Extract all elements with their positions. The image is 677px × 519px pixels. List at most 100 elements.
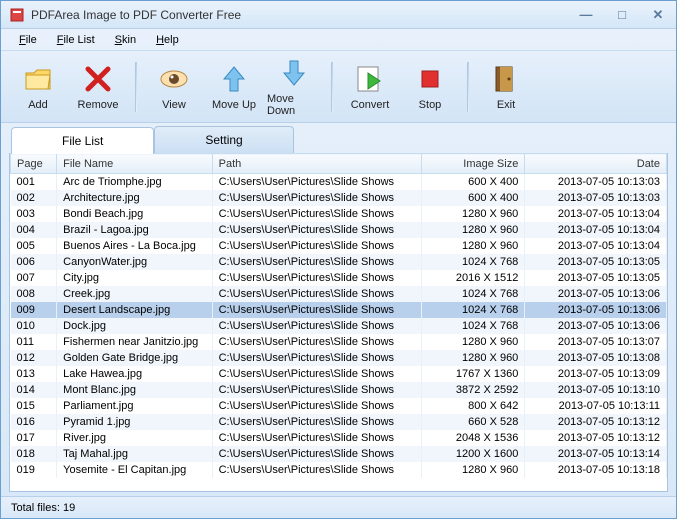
cell: 2013-07-05 10:13:03	[525, 190, 667, 206]
table-row[interactable]: 016Pyramid 1.jpgC:\Users\User\Pictures\S…	[11, 414, 667, 430]
minimize-button[interactable]: —	[576, 7, 596, 23]
cell: 017	[11, 430, 57, 446]
cell: 1280 X 960	[422, 462, 525, 478]
window-title: PDFArea Image to PDF Converter Free	[31, 8, 576, 22]
cell: 1280 X 960	[422, 334, 525, 350]
cell: 660 X 528	[422, 414, 525, 430]
cell: 2013-07-05 10:13:04	[525, 222, 667, 238]
stop-icon	[414, 63, 446, 95]
table-row[interactable]: 009Desert Landscape.jpgC:\Users\User\Pic…	[11, 302, 667, 318]
cell: Architecture.jpg	[57, 190, 212, 206]
cell: 2013-07-05 10:13:11	[525, 398, 667, 414]
move-down-button[interactable]: Move Down	[265, 53, 323, 121]
cell: 002	[11, 190, 57, 206]
table-row[interactable]: 015Parliament.jpgC:\Users\User\Pictures\…	[11, 398, 667, 414]
cell: City.jpg	[57, 270, 212, 286]
cell: CanyonWater.jpg	[57, 254, 212, 270]
table-row[interactable]: 017River.jpgC:\Users\User\Pictures\Slide…	[11, 430, 667, 446]
toolbar-label: Add	[28, 99, 48, 111]
cell: 015	[11, 398, 57, 414]
cell: 001	[11, 174, 57, 190]
column-image-size[interactable]: Image Size	[422, 154, 525, 174]
cell: 003	[11, 206, 57, 222]
table-row[interactable]: 013Lake Hawea.jpgC:\Users\User\Pictures\…	[11, 366, 667, 382]
cell: 1024 X 768	[422, 302, 525, 318]
down-icon	[278, 57, 310, 89]
cell: 1280 X 960	[422, 350, 525, 366]
cell: C:\Users\User\Pictures\Slide Shows	[212, 302, 422, 318]
close-button[interactable]: ✕	[648, 7, 668, 23]
column-path[interactable]: Path	[212, 154, 422, 174]
tab-file-list[interactable]: File List	[11, 127, 154, 154]
table-row[interactable]: 002Architecture.jpgC:\Users\User\Picture…	[11, 190, 667, 206]
add-button[interactable]: Add	[9, 59, 67, 115]
table-row[interactable]: 007City.jpgC:\Users\User\Pictures\Slide …	[11, 270, 667, 286]
file-list-table[interactable]: PageFile NamePathImage SizeDate 001Arc d…	[10, 153, 667, 491]
table-row[interactable]: 010Dock.jpgC:\Users\User\Pictures\Slide …	[11, 318, 667, 334]
up-icon	[218, 63, 250, 95]
menu-help[interactable]: Help	[148, 32, 187, 48]
titlebar: PDFArea Image to PDF Converter Free — □ …	[1, 1, 676, 29]
cell: 2013-07-05 10:13:18	[525, 462, 667, 478]
cell: Pyramid 1.jpg	[57, 414, 212, 430]
cell: 2013-07-05 10:13:10	[525, 382, 667, 398]
table-row[interactable]: 006CanyonWater.jpgC:\Users\User\Pictures…	[11, 254, 667, 270]
move-up-button[interactable]: Move Up	[205, 59, 263, 115]
table-row[interactable]: 008Creek.jpgC:\Users\User\Pictures\Slide…	[11, 286, 667, 302]
cell: 1767 X 1360	[422, 366, 525, 382]
cell: 1280 X 960	[422, 222, 525, 238]
cell: 009	[11, 302, 57, 318]
table-row[interactable]: 014Mont Blanc.jpgC:\Users\User\Pictures\…	[11, 382, 667, 398]
cell: C:\Users\User\Pictures\Slide Shows	[212, 286, 422, 302]
menu-file-list[interactable]: File List	[49, 32, 103, 48]
tab-setting[interactable]: Setting	[154, 126, 293, 153]
table-row[interactable]: 012Golden Gate Bridge.jpgC:\Users\User\P…	[11, 350, 667, 366]
table-row[interactable]: 018Taj Mahal.jpgC:\Users\User\Pictures\S…	[11, 446, 667, 462]
cell: Brazil - Lagoa.jpg	[57, 222, 212, 238]
eye-icon	[158, 63, 190, 95]
toolbar-separator	[331, 62, 333, 112]
cell: C:\Users\User\Pictures\Slide Shows	[212, 414, 422, 430]
cell: 1024 X 768	[422, 254, 525, 270]
convert-button[interactable]: Convert	[341, 59, 399, 115]
menu-file[interactable]: File	[11, 32, 45, 48]
cell: 019	[11, 462, 57, 478]
view-button[interactable]: View	[145, 59, 203, 115]
content-panel: PageFile NamePathImage SizeDate 001Arc d…	[9, 153, 668, 492]
exit-button[interactable]: Exit	[477, 59, 535, 115]
stop-button[interactable]: Stop	[401, 59, 459, 115]
cell: C:\Users\User\Pictures\Slide Shows	[212, 366, 422, 382]
table-row[interactable]: 005Buenos Aires - La Boca.jpgC:\Users\Us…	[11, 238, 667, 254]
column-file-name[interactable]: File Name	[57, 154, 212, 174]
cell: 2013-07-05 10:13:05	[525, 254, 667, 270]
cell: C:\Users\User\Pictures\Slide Shows	[212, 254, 422, 270]
table-row[interactable]: 003Bondi Beach.jpgC:\Users\User\Pictures…	[11, 206, 667, 222]
cell: 005	[11, 238, 57, 254]
cell: Bondi Beach.jpg	[57, 206, 212, 222]
table-row[interactable]: 011Fishermen near Janitzio.jpgC:\Users\U…	[11, 334, 667, 350]
cell: C:\Users\User\Pictures\Slide Shows	[212, 222, 422, 238]
cell: Parliament.jpg	[57, 398, 212, 414]
cell: C:\Users\User\Pictures\Slide Shows	[212, 350, 422, 366]
cell: 007	[11, 270, 57, 286]
cell: C:\Users\User\Pictures\Slide Shows	[212, 206, 422, 222]
table-row[interactable]: 004Brazil - Lagoa.jpgC:\Users\User\Pictu…	[11, 222, 667, 238]
menu-skin[interactable]: Skin	[107, 32, 144, 48]
convert-icon	[354, 63, 386, 95]
table-row[interactable]: 001Arc de Triomphe.jpgC:\Users\User\Pict…	[11, 174, 667, 190]
cell: Desert Landscape.jpg	[57, 302, 212, 318]
column-date[interactable]: Date	[525, 154, 667, 174]
cell: 2013-07-05 10:13:07	[525, 334, 667, 350]
tab-row: File ListSetting	[1, 123, 676, 153]
remove-button[interactable]: Remove	[69, 59, 127, 115]
cell: C:\Users\User\Pictures\Slide Shows	[212, 462, 422, 478]
table-row[interactable]: 019Yosemite - El Capitan.jpgC:\Users\Use…	[11, 462, 667, 478]
column-page[interactable]: Page	[11, 154, 57, 174]
maximize-button[interactable]: □	[612, 7, 632, 23]
cell: 2013-07-05 10:13:05	[525, 270, 667, 286]
cell: 008	[11, 286, 57, 302]
cell: 800 X 642	[422, 398, 525, 414]
cell: C:\Users\User\Pictures\Slide Shows	[212, 398, 422, 414]
cell: Arc de Triomphe.jpg	[57, 174, 212, 190]
cell: 2013-07-05 10:13:14	[525, 446, 667, 462]
